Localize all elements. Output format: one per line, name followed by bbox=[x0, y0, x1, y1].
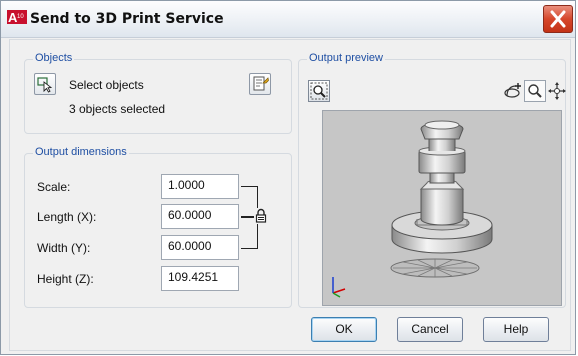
svg-text:10: 10 bbox=[17, 14, 24, 20]
help-button[interactable]: Help bbox=[483, 317, 549, 342]
dialog-window: A 10 Send to 3D Print Service Objects Se… bbox=[0, 0, 576, 355]
ok-button[interactable]: OK bbox=[311, 317, 377, 342]
autocad-app-icon: A 10 bbox=[7, 10, 27, 24]
zoom-extents-button[interactable] bbox=[308, 80, 330, 102]
model-column bbox=[419, 172, 465, 226]
lock-icon bbox=[255, 208, 267, 223]
zoom-extents-icon bbox=[310, 82, 328, 100]
output-dimensions-legend: Output dimensions bbox=[33, 146, 129, 158]
ucs-icon bbox=[332, 277, 346, 298]
preview-viewport[interactable] bbox=[322, 110, 562, 306]
height-label: Height (Z): bbox=[37, 272, 94, 286]
title-bar[interactable]: A 10 Send to 3D Print Service bbox=[1, 1, 575, 38]
model-preview bbox=[332, 120, 493, 298]
orbit-icon bbox=[504, 83, 521, 98]
select-cursor-icon bbox=[37, 77, 53, 93]
model-top bbox=[418, 120, 466, 174]
disc-grid bbox=[390, 258, 480, 278]
output-dimensions-group: Output dimensions Scale: 1.0000 Length (… bbox=[24, 146, 292, 308]
zoom-button[interactable] bbox=[524, 80, 546, 102]
scale-field[interactable]: 1.0000 bbox=[161, 174, 239, 199]
height-field[interactable]: 109.4251 bbox=[161, 266, 239, 291]
close-button[interactable] bbox=[543, 5, 573, 33]
length-label: Length (X): bbox=[37, 210, 97, 224]
selection-count: 3 objects selected bbox=[69, 102, 166, 116]
select-objects-button[interactable] bbox=[34, 73, 56, 95]
output-preview-legend: Output preview bbox=[307, 52, 385, 64]
objects-legend: Objects bbox=[33, 52, 75, 64]
close-icon bbox=[550, 10, 566, 28]
width-label: Width (Y): bbox=[37, 241, 91, 255]
window-title: Send to 3D Print Service bbox=[30, 11, 224, 27]
orbit-button[interactable] bbox=[502, 80, 524, 102]
select-objects-label: Select objects bbox=[69, 78, 144, 92]
scale-label: Scale: bbox=[37, 180, 71, 194]
pan-button[interactable] bbox=[546, 80, 568, 102]
dialog-body: Objects Select objects 3 objects selecte… bbox=[9, 39, 571, 351]
length-field[interactable]: 60.0000 bbox=[161, 204, 239, 229]
width-field[interactable]: 60.0000 bbox=[161, 235, 239, 260]
cancel-button[interactable]: Cancel bbox=[397, 317, 463, 342]
quick-select-icon bbox=[253, 76, 269, 91]
lock-proportions-toggle[interactable] bbox=[254, 208, 268, 224]
objects-group: Objects Select objects 3 objects selecte… bbox=[24, 52, 292, 134]
pan-icon bbox=[548, 82, 566, 100]
zoom-icon bbox=[528, 84, 542, 98]
quick-select-button[interactable] bbox=[249, 73, 271, 95]
